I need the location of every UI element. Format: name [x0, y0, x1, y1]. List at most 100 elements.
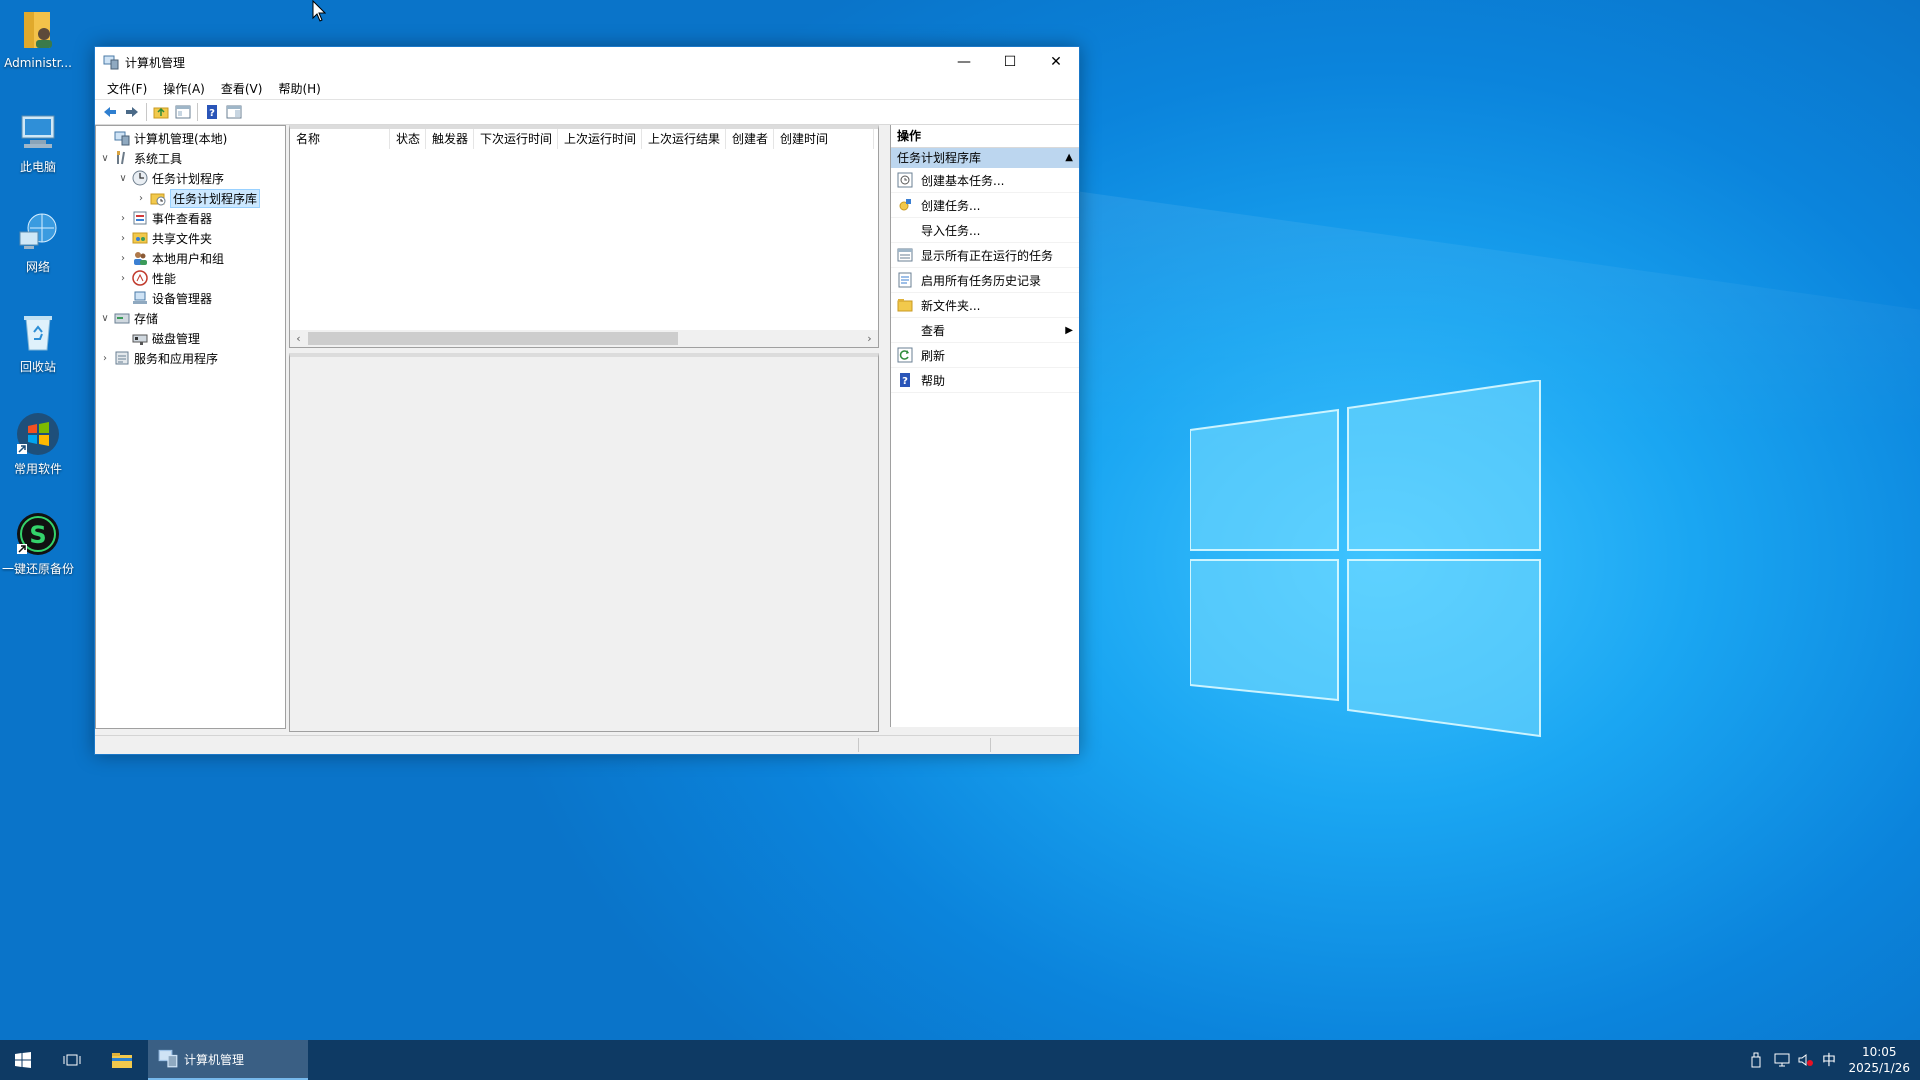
expand-chevron-icon[interactable]: ›: [116, 253, 130, 264]
column-header-author[interactable]: 创建者: [726, 129, 774, 149]
tree-item-device-manager[interactable]: 设备管理器: [116, 288, 212, 308]
action-view[interactable]: 查看 ▶: [891, 318, 1079, 343]
tree-item-local-users-groups[interactable]: › 本地用户和组: [116, 248, 224, 268]
desktop-icon-restore-backup[interactable]: S 一键还原备份: [0, 512, 76, 577]
action-new-folder[interactable]: 新文件夹...: [891, 293, 1079, 318]
expand-chevron-icon[interactable]: ›: [98, 353, 112, 364]
action-create-basic-task[interactable]: 创建基本任务...: [891, 168, 1079, 193]
users-icon: [132, 250, 148, 266]
menu-file[interactable]: 文件(F): [99, 80, 155, 97]
action-create-task[interactable]: 创建任务...: [891, 193, 1079, 218]
maximize-button[interactable]: ☐: [987, 47, 1033, 77]
network-tray-icon[interactable]: [1774, 1040, 1794, 1080]
desktop-icon-administrator[interactable]: Administr...: [0, 8, 76, 70]
collapse-triangle-icon[interactable]: ▲: [1065, 148, 1073, 168]
start-button[interactable]: [0, 1040, 46, 1080]
column-header-status[interactable]: 状态: [390, 129, 426, 149]
collapse-chevron-icon[interactable]: ∨: [98, 153, 112, 164]
tree-item-computer-management[interactable]: 计算机管理(本地): [98, 128, 227, 148]
task-view-button[interactable]: [50, 1040, 94, 1080]
help-icon: ?: [897, 372, 913, 388]
column-header-next-run[interactable]: 下次运行时间: [474, 129, 558, 149]
task-scheduler-icon: [132, 170, 148, 186]
desktop-icon-recycle-bin[interactable]: 回收站: [0, 310, 76, 375]
action-help[interactable]: ? 帮助: [891, 368, 1079, 393]
actions-pane: 操作 任务计划程序库 ▲ 创建基本任务... 创建任务... 导入任务... 显…: [890, 125, 1079, 727]
title-bar[interactable]: 计算机管理 — ☐ ✕: [95, 47, 1079, 77]
tree-item-services-applications[interactable]: › 服务和应用程序: [98, 348, 218, 368]
action-label: 创建任务...: [921, 198, 981, 213]
minimize-button[interactable]: —: [941, 47, 987, 77]
action-pane-icon[interactable]: [223, 101, 245, 123]
action-show-running-tasks[interactable]: 显示所有正在运行的任务: [891, 243, 1079, 268]
expand-chevron-icon[interactable]: ›: [116, 273, 130, 284]
toolbar-separator: [197, 103, 198, 121]
tree-label: 存储: [134, 311, 159, 326]
scroll-left-arrow[interactable]: ‹: [290, 330, 307, 347]
status-bar: [95, 735, 1079, 754]
desktop-icon-network[interactable]: 网络: [0, 210, 76, 275]
close-button[interactable]: ✕: [1033, 47, 1079, 77]
collapse-chevron-icon[interactable]: ∨: [116, 173, 130, 184]
toolbar-separator: [146, 103, 147, 121]
back-arrow-icon[interactable]: [99, 101, 121, 123]
scroll-right-arrow[interactable]: ›: [861, 330, 878, 347]
taskbar-app-computer-management[interactable]: 计算机管理: [148, 1040, 308, 1080]
volume-muted-icon[interactable]: [1798, 1040, 1818, 1080]
expand-chevron-icon[interactable]: ›: [116, 213, 130, 224]
middle-pane: 名称 状态 触发器 下次运行时间 上次运行时间 上次运行结果 创建者 创建时间 …: [289, 125, 887, 732]
clock[interactable]: 10:05 2025/1/26: [1848, 1044, 1910, 1076]
status-divider: [858, 738, 859, 752]
user-folder-icon: [16, 8, 60, 52]
up-folder-icon[interactable]: [150, 101, 172, 123]
action-enable-task-history[interactable]: 启用所有任务历史记录: [891, 268, 1079, 293]
tree-item-event-viewer[interactable]: › 事件查看器: [116, 208, 212, 228]
tree-item-storage[interactable]: ∨ 存储: [98, 308, 158, 328]
desktop-icon-common-software[interactable]: 常用软件: [0, 412, 76, 477]
tree-item-task-scheduler-library[interactable]: › 任务计划程序库: [134, 188, 261, 208]
column-header-triggers[interactable]: 触发器: [426, 129, 474, 149]
desktop-icon-this-pc[interactable]: 此电脑: [0, 110, 76, 175]
refresh-icon: [897, 347, 913, 363]
tree-item-task-scheduler[interactable]: ∨ 任务计划程序: [116, 168, 224, 188]
collapse-chevron-icon[interactable]: ∨: [98, 313, 112, 324]
action-label: 帮助: [921, 373, 946, 388]
tree-label: 事件查看器: [152, 211, 213, 226]
forward-arrow-icon[interactable]: [121, 101, 143, 123]
device-manager-icon: [132, 290, 148, 306]
expand-chevron-icon[interactable]: ›: [134, 193, 148, 204]
scroll-thumb[interactable]: [308, 332, 678, 345]
column-header-last-result[interactable]: 上次运行结果: [642, 129, 726, 149]
network-icon: [16, 210, 60, 254]
show-hide-tree-icon[interactable]: [172, 101, 194, 123]
menu-view[interactable]: 查看(V): [213, 80, 271, 97]
ime-indicator[interactable]: 中: [1822, 1040, 1842, 1080]
folder-clock-icon: [150, 190, 166, 206]
actions-section-header[interactable]: 任务计划程序库 ▲: [891, 148, 1079, 168]
column-header-created[interactable]: 创建时间: [774, 129, 874, 149]
help-icon[interactable]: ?: [201, 101, 223, 123]
usb-icon[interactable]: [1750, 1040, 1770, 1080]
performance-icon: [132, 270, 148, 286]
tree-label: 本地用户和组: [152, 251, 225, 266]
action-import-task[interactable]: 导入任务...: [891, 218, 1079, 243]
action-refresh[interactable]: 刷新: [891, 343, 1079, 368]
task-list[interactable]: 名称 状态 触发器 下次运行时间 上次运行时间 上次运行结果 创建者 创建时间 …: [289, 125, 879, 348]
tree-item-performance[interactable]: › 性能: [116, 268, 176, 288]
svg-text:?: ?: [902, 376, 908, 387]
tree-item-shared-folders[interactable]: › 共享文件夹: [116, 228, 212, 248]
column-header-last-run[interactable]: 上次运行时间: [558, 129, 642, 149]
tree-item-disk-management[interactable]: 磁盘管理: [116, 328, 200, 348]
system-tools-icon: [114, 150, 130, 166]
tree-item-system-tools[interactable]: ∨ 系统工具: [98, 148, 182, 168]
navigation-tree: 计算机管理(本地) ∨ 系统工具 ∨ 任务计划程序 › 任务计划程序库 › 事件…: [95, 125, 286, 729]
column-header-name[interactable]: 名称: [290, 129, 390, 149]
menu-bar: 文件(F) 操作(A) 查看(V) 帮助(H): [95, 77, 1079, 100]
file-explorer-button[interactable]: [100, 1040, 144, 1080]
tree-label: 磁盘管理: [152, 331, 201, 346]
expand-chevron-icon[interactable]: ›: [116, 233, 130, 244]
menu-action[interactable]: 操作(A): [155, 80, 213, 97]
horizontal-scrollbar[interactable]: ‹ ›: [290, 330, 878, 347]
clock-date: 2025/1/26: [1848, 1061, 1910, 1075]
menu-help[interactable]: 帮助(H): [270, 80, 328, 97]
